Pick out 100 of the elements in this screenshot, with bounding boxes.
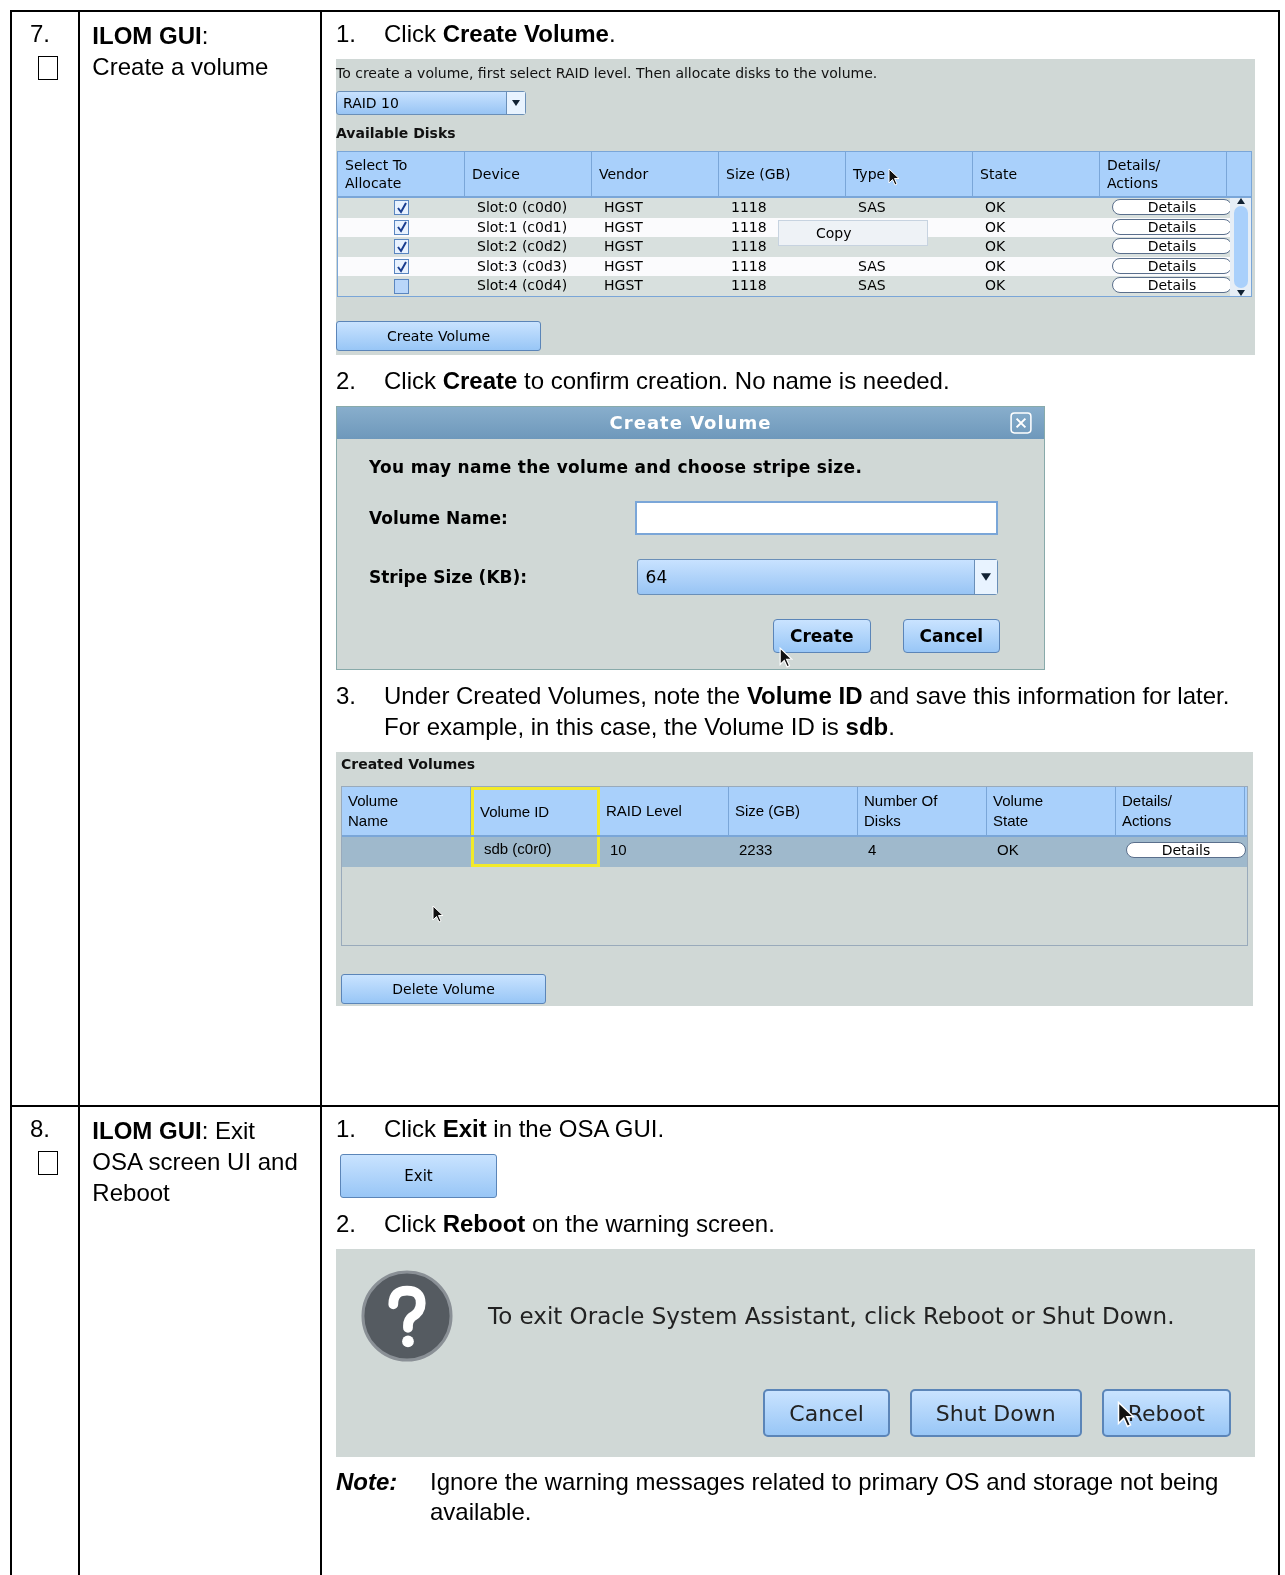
dropdown-arrow-icon xyxy=(981,572,991,581)
column-header: Volume State xyxy=(987,786,1116,835)
column-header: Size (GB) xyxy=(729,786,858,835)
field-label: Volume Name: xyxy=(369,507,509,528)
dialog-button[interactable]: Reboot xyxy=(1101,1389,1231,1437)
section-heading: Created Volumes xyxy=(341,755,476,772)
instruction-text: Under Created Volumes, note the Volume ID and save this information for later. For example, in this case, the Volume ID is sdb. xyxy=(384,680,1231,742)
details-button[interactable]: Details xyxy=(1112,199,1232,215)
dialog-message: You may name the volume and choose stripe size. xyxy=(369,456,864,477)
table-cell: 1118 xyxy=(731,238,767,255)
dialog-button[interactable]: Create xyxy=(773,618,871,653)
table-cell: OK xyxy=(985,218,1006,235)
dialog-button[interactable]: Cancel xyxy=(763,1389,890,1437)
table-cell: 1118 xyxy=(731,218,767,235)
cursor-icon xyxy=(888,168,900,186)
scroll-down-arrow-icon[interactable] xyxy=(1236,289,1245,296)
instruction-text: Click Exit in the OSA GUI. xyxy=(384,1114,666,1144)
step-number: 8. xyxy=(30,1115,50,1143)
column-header: Details/ Actions xyxy=(1116,786,1245,835)
delete-volume-button[interactable]: Delete Volume xyxy=(341,973,546,1004)
table-cell: OK xyxy=(985,277,1006,294)
note-text: Ignore the warning messages related to primary OS and storage not being available. xyxy=(430,1467,1220,1527)
table-cell: OK xyxy=(985,257,1006,274)
checkbox[interactable] xyxy=(38,56,58,80)
details-button[interactable]: Details xyxy=(1126,841,1246,858)
instruction-text: Click Reboot on the warning screen. xyxy=(384,1209,776,1239)
table-cell: OK xyxy=(985,238,1006,255)
close-icon[interactable] xyxy=(1010,411,1032,434)
create-volume-button[interactable]: Create Volume xyxy=(336,320,541,351)
exit-button[interactable]: Exit xyxy=(340,1154,497,1198)
table-cell: sdb (c0r0) xyxy=(471,836,600,867)
column-header: RAID Level xyxy=(600,786,729,835)
table-cell: 1118 xyxy=(731,257,767,274)
column-header: State xyxy=(973,152,1100,196)
step-number: 3. xyxy=(336,680,357,711)
column-header: Number Of Disks xyxy=(858,786,987,835)
cursor-icon xyxy=(432,904,444,923)
table-cell: SAS xyxy=(858,277,886,294)
dialog-title: Create Volume xyxy=(609,412,772,434)
column-header: Volume ID xyxy=(471,786,600,835)
step-number: 1. xyxy=(336,1114,357,1144)
table-row[interactable]: sdb (c0r0) 10 2233 4 OK Details xyxy=(342,836,1247,867)
column-header: Details/ Actions xyxy=(1100,152,1227,196)
checkbox[interactable] xyxy=(38,1151,58,1175)
table-cell: Slot:1 (c0d1) xyxy=(477,218,568,235)
raid-dropdown[interactable]: RAID 10 xyxy=(336,91,526,115)
table-cell: Slot:2 (c0d2) xyxy=(477,238,568,255)
scrollbar[interactable] xyxy=(1230,198,1251,296)
table-cell-text: OK xyxy=(996,839,1020,860)
context-menu[interactable]: Copy xyxy=(778,220,928,246)
details-button[interactable]: Details xyxy=(1112,277,1232,294)
table-cell: HGST xyxy=(604,257,643,274)
table-cell-text: 2233 xyxy=(738,839,774,860)
checkbox[interactable] xyxy=(394,259,409,275)
checkbox[interactable] xyxy=(394,219,409,235)
table-cell: SAS xyxy=(858,257,886,274)
volume-name-field[interactable] xyxy=(634,500,998,535)
table-cell: HGST xyxy=(604,238,643,255)
column-header: Volume Name xyxy=(342,786,471,835)
step-number: 1. xyxy=(336,19,357,49)
table-cell-text: 10 xyxy=(609,839,628,860)
step-number: 7. xyxy=(30,20,50,48)
cursor-icon xyxy=(779,646,793,668)
table-cell: Slot:0 (c0d0) xyxy=(477,199,568,215)
table-cell: OK xyxy=(985,199,1006,215)
checkbox[interactable] xyxy=(394,200,409,216)
task-description: ILOM GUI: Exit OSA screen UI and Reboot xyxy=(92,1116,299,1208)
details-button[interactable]: Details xyxy=(1112,257,1232,274)
field-label: Stripe Size (KB): xyxy=(369,566,529,587)
question-icon xyxy=(360,1269,454,1363)
dialog-button[interactable]: Shut Down xyxy=(909,1389,1082,1437)
step-number: 2. xyxy=(336,365,357,396)
column-header: Select To Allocate xyxy=(338,152,465,196)
stripe-size-dropdown[interactable]: 64 xyxy=(636,558,998,595)
table-cell: 1118 xyxy=(731,277,767,294)
table-cell: Slot:4 (c0d4) xyxy=(477,277,568,294)
dialog-button[interactable]: Cancel xyxy=(902,618,1000,653)
step-number: 2. xyxy=(336,1209,357,1239)
column-header: Vendor xyxy=(592,152,719,196)
table-cell: Slot:3 (c0d3) xyxy=(477,257,568,274)
checkbox[interactable] xyxy=(394,278,409,294)
dropdown-arrow-icon xyxy=(512,100,520,106)
table-cell: HGST xyxy=(604,199,643,215)
table-cell-text: 4 xyxy=(867,839,878,860)
instruction-text: Click Create Volume. xyxy=(384,19,617,49)
instruction-text: Click Create to confirm creation. No name is needed. xyxy=(384,365,951,396)
column-header: Size (GB) xyxy=(719,152,846,196)
details-button[interactable]: Details xyxy=(1112,238,1232,255)
column-header: Device xyxy=(465,152,592,196)
warning-message: To exit Oracle System Assistant, click Reboot or Shut Down. xyxy=(488,1303,1175,1329)
table-cell: 1118 xyxy=(731,199,767,215)
table-cell: HGST xyxy=(604,277,643,294)
intro-text: To create a volume, first select RAID level. Then allocate disks to the volume. xyxy=(336,65,878,81)
note-label: Note: xyxy=(336,1467,399,1497)
section-heading: Available Disks xyxy=(336,125,456,141)
checkbox[interactable] xyxy=(394,239,409,255)
table-cell: HGST xyxy=(604,218,643,235)
table-cell: SAS xyxy=(858,199,886,215)
scroll-up-arrow-icon[interactable] xyxy=(1236,198,1245,204)
details-button[interactable]: Details xyxy=(1112,218,1232,235)
